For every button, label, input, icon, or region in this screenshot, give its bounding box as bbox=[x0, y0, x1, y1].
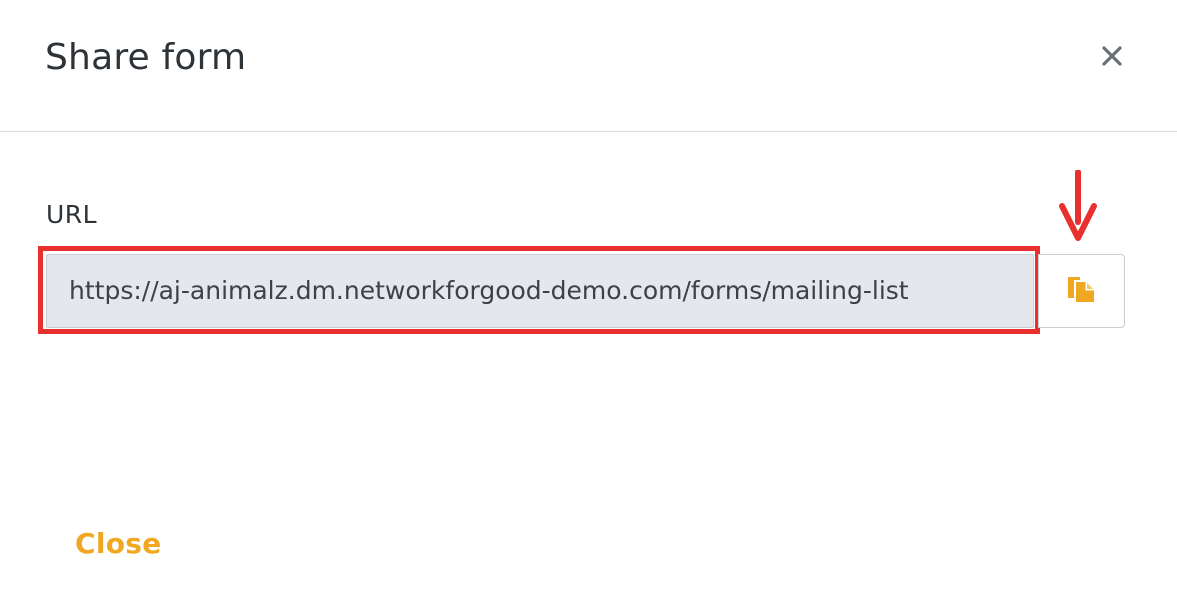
copy-url-button[interactable] bbox=[1038, 254, 1125, 328]
share-form-dialog: Share form URL https://aj-animalz.dm.net… bbox=[0, 0, 1177, 593]
arrow-down-icon bbox=[1058, 169, 1098, 242]
copy-icon bbox=[1066, 275, 1098, 307]
close-icon[interactable] bbox=[1096, 40, 1128, 72]
url-input[interactable]: https://aj-animalz.dm.networkforgood-dem… bbox=[46, 254, 1034, 328]
url-label: URL bbox=[46, 200, 98, 229]
dialog-header: Share form bbox=[0, 0, 1177, 132]
dialog-title: Share form bbox=[45, 37, 247, 78]
close-button[interactable]: Close bbox=[75, 527, 162, 560]
